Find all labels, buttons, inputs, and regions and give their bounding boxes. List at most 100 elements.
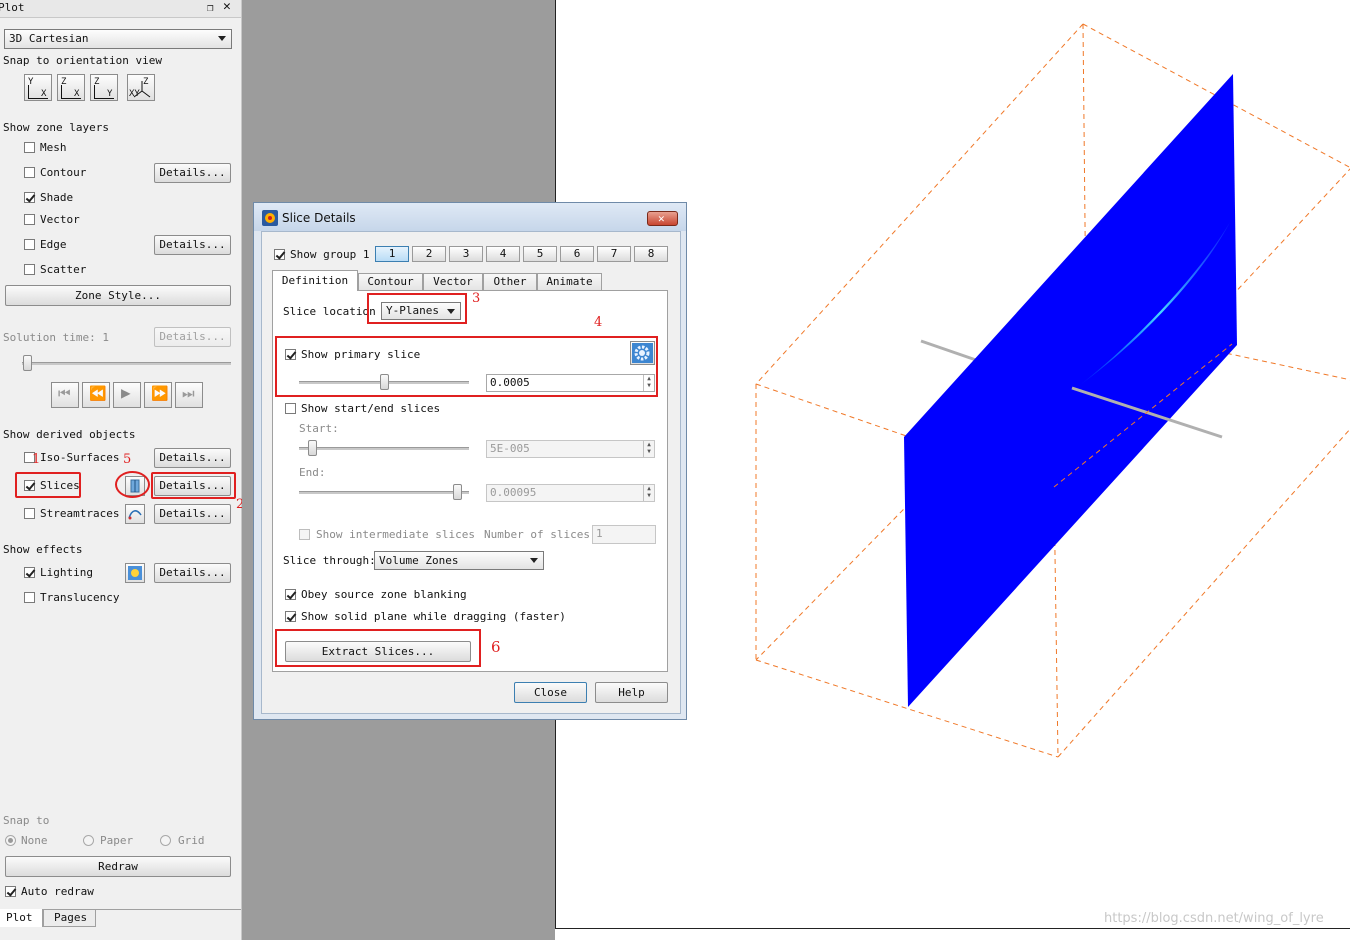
annotation-5: 5 — [123, 452, 132, 467]
help-button[interactable]: Help — [595, 682, 668, 703]
annotation-box-details — [151, 472, 236, 499]
solution-time-slider[interactable] — [22, 362, 231, 365]
axis-icon — [94, 85, 95, 98]
close-icon[interactable]: ✕ — [223, 0, 231, 14]
mesh-checkbox[interactable] — [24, 142, 35, 153]
last-frame-button[interactable]: ⏭ — [175, 382, 203, 408]
tab-definition[interactable]: Definition — [272, 270, 358, 291]
redraw-button[interactable]: Redraw — [5, 856, 231, 877]
step-forward-icon: ⏩ — [151, 386, 169, 402]
contour-details-button[interactable]: Details... — [154, 163, 231, 183]
lighting-label: Lighting — [40, 566, 93, 579]
app-icon — [262, 210, 278, 226]
snap-to-label: Snap to — [3, 814, 50, 827]
spinner-icon[interactable]: ▲ ▼ — [643, 441, 654, 457]
slice-through-value: Volume Zones — [379, 554, 459, 567]
streamtraces-details-button[interactable]: Details... — [154, 504, 231, 524]
spinner-icon[interactable]: ▲ ▼ — [643, 485, 654, 501]
group-6-button[interactable]: 6 — [560, 246, 594, 262]
end-slider-thumb[interactable] — [453, 484, 462, 500]
group-3-button[interactable]: 3 — [449, 246, 483, 262]
dialog-close-button[interactable]: ✕ — [647, 211, 678, 226]
slice-through-label: Slice through: — [283, 554, 376, 567]
slice-through-select[interactable]: Volume Zones — [374, 551, 544, 570]
vector-checkbox[interactable] — [24, 214, 35, 225]
first-frame-button[interactable]: ⏮ — [51, 382, 79, 408]
zone-style-button[interactable]: Zone Style... — [5, 285, 231, 306]
orient-yx-button[interactable]: Y X — [24, 74, 52, 101]
group-1-button[interactable]: 1 — [375, 246, 409, 262]
tab-plot-label: Plot — [6, 911, 33, 924]
start-value-field[interactable]: 5E-005 ▲ ▼ — [486, 440, 655, 458]
lighting-checkbox[interactable] — [24, 567, 35, 578]
end-slider[interactable] — [299, 491, 469, 494]
play-button[interactable]: ▶ — [113, 382, 141, 408]
end-value-field[interactable]: 0.00095 ▲ ▼ — [486, 484, 655, 502]
snap-grid-label: Grid — [178, 834, 205, 847]
annotation-box-slice-location — [367, 293, 467, 324]
snap-grid-radio[interactable] — [160, 835, 171, 846]
obey-blanking-checkbox[interactable] — [285, 589, 296, 600]
show-group-checkbox[interactable] — [274, 249, 285, 260]
auto-redraw-checkbox[interactable] — [5, 886, 16, 897]
num-slices-label: Number of slices: — [484, 528, 597, 541]
slice-location-label: Slice location — [283, 305, 376, 318]
orient-3d-button[interactable]: Z XY — [127, 74, 155, 101]
iso-surfaces-details-button[interactable]: Details... — [154, 448, 231, 468]
streamtraces-tool-button[interactable] — [125, 504, 145, 524]
close-button[interactable]: Close — [514, 682, 587, 703]
dialog-titlebar[interactable]: Slice Details ✕ — [254, 203, 686, 231]
restore-icon[interactable]: ❐ — [207, 1, 214, 15]
solid-plane-label: Show solid plane while dragging (faster) — [301, 610, 566, 623]
tab-plot[interactable]: Plot — [0, 909, 43, 927]
step-back-button[interactable]: ⏪ — [82, 382, 110, 408]
group-2-button[interactable]: 2 — [412, 246, 446, 262]
tab-vector[interactable]: Vector — [423, 273, 483, 290]
group-4-button[interactable]: 4 — [486, 246, 520, 262]
lighting-tool-button[interactable] — [125, 563, 145, 583]
start-slider[interactable] — [299, 447, 469, 450]
show-intermediate-checkbox[interactable] — [299, 529, 310, 540]
iso-surfaces-label: Iso-Surfaces — [40, 451, 120, 464]
orient-zy-button[interactable]: Z Y — [90, 74, 118, 101]
shade-checkbox[interactable] — [24, 192, 35, 203]
edge-checkbox[interactable] — [24, 239, 35, 250]
start-value: 5E-005 — [490, 442, 530, 455]
axis-line — [920, 339, 977, 362]
lighting-details-button[interactable]: Details... — [154, 563, 231, 583]
solution-time-details-button[interactable]: Details... — [154, 327, 231, 347]
translucency-label: Translucency — [40, 591, 120, 604]
zone-layers-label: Show zone layers — [3, 121, 109, 134]
tab-contour[interactable]: Contour — [358, 273, 423, 290]
step-forward-button[interactable]: ⏩ — [144, 382, 172, 408]
plot-type-value: 3D Cartesian — [9, 32, 89, 45]
slice-plane — [904, 74, 1237, 707]
tab-animate[interactable]: Animate — [537, 273, 602, 290]
close-icon: ✕ — [658, 212, 665, 225]
show-start-end-label: Show start/end slices — [301, 402, 441, 415]
tab-pages[interactable]: Pages — [43, 910, 96, 927]
obey-blanking-label: Obey source zone blanking — [301, 588, 467, 601]
num-slices-field[interactable]: 1 — [592, 525, 656, 544]
snap-paper-radio[interactable] — [83, 835, 94, 846]
snap-none-radio[interactable] — [5, 835, 16, 846]
group-8-button[interactable]: 8 — [634, 246, 668, 262]
plot-type-select[interactable]: 3D Cartesian — [4, 29, 232, 49]
group-7-button[interactable]: 7 — [597, 246, 631, 262]
axis-icon — [94, 98, 114, 99]
start-slider-thumb[interactable] — [308, 440, 317, 456]
contour-checkbox[interactable] — [24, 167, 35, 178]
solid-plane-checkbox[interactable] — [285, 611, 296, 622]
show-start-end-checkbox[interactable] — [285, 403, 296, 414]
solution-time-thumb[interactable] — [23, 355, 32, 371]
edge-details-button[interactable]: Details... — [154, 235, 231, 255]
tab-other[interactable]: Other — [483, 273, 537, 290]
edge-label: Edge — [40, 238, 67, 251]
tab-pages-label: Pages — [54, 911, 88, 924]
auto-redraw-label: Auto redraw — [21, 885, 94, 898]
streamtraces-checkbox[interactable] — [24, 508, 35, 519]
scatter-checkbox[interactable] — [24, 264, 35, 275]
translucency-checkbox[interactable] — [24, 592, 35, 603]
group-5-button[interactable]: 5 — [523, 246, 557, 262]
orient-zx-button[interactable]: Z X — [57, 74, 85, 101]
